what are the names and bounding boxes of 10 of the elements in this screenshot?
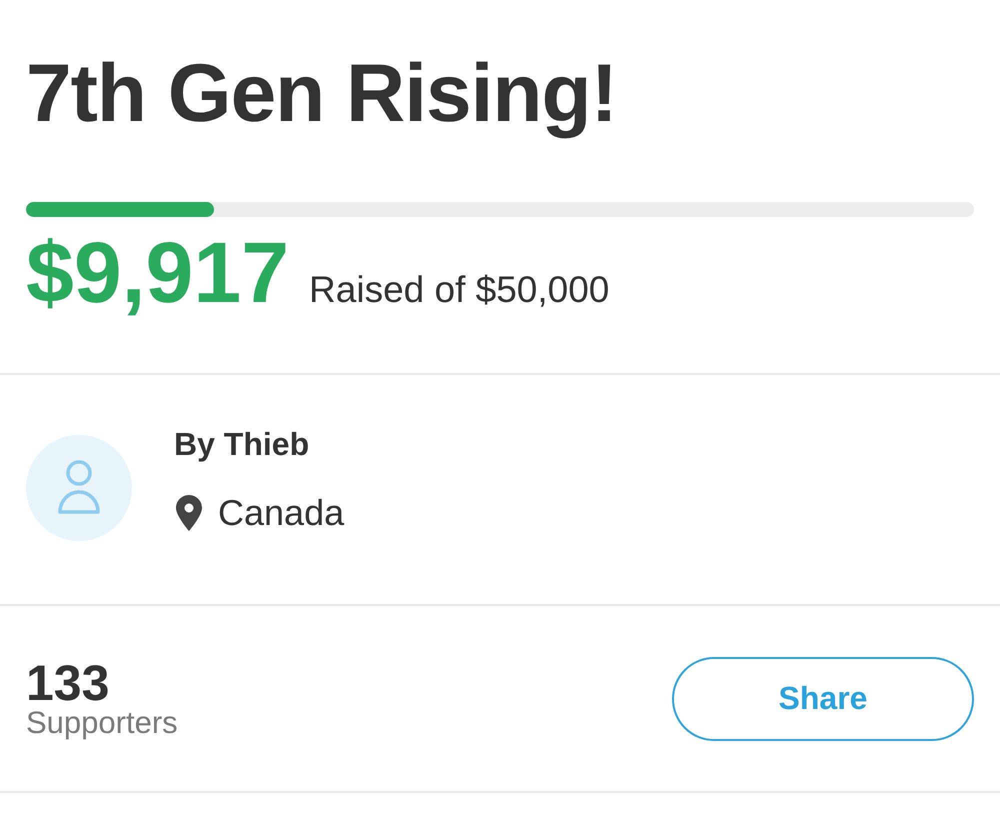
avatar-icon (26, 435, 132, 541)
supporters-label: Supporters (26, 706, 178, 740)
share-button[interactable]: Share (672, 656, 974, 740)
organizer-name: By Thieb (174, 425, 310, 463)
supporters-count: 133 (26, 658, 110, 708)
location-text: Canada (218, 491, 344, 534)
page-title: 7th Gen Rising! (26, 47, 618, 141)
location-pin-icon (176, 494, 202, 530)
goal-text: Raised of $50,000 (309, 269, 610, 311)
amount-raised: $9,917 (26, 230, 290, 316)
